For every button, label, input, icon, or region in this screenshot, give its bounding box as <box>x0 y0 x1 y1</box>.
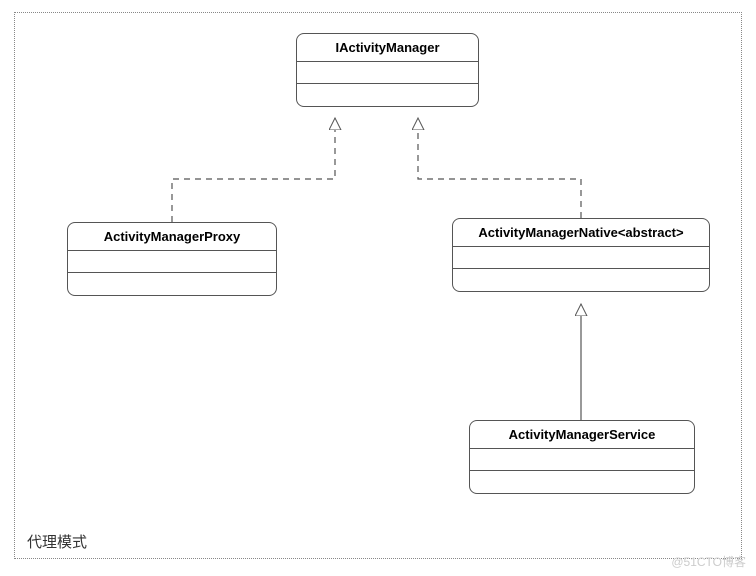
class-operations <box>453 269 709 291</box>
class-attributes <box>453 247 709 269</box>
watermark: @51CTO博客 <box>671 553 746 570</box>
class-title: ActivityManagerNative<abstract> <box>453 219 709 247</box>
class-attributes <box>297 62 478 84</box>
class-activitymanagerproxy: ActivityManagerProxy <box>67 222 277 296</box>
frame-label: 代理模式 <box>27 531 87 552</box>
class-attributes <box>68 251 276 273</box>
class-title: ActivityManagerProxy <box>68 223 276 251</box>
class-iactivitymanager: IActivityManager <box>296 33 479 107</box>
class-operations <box>68 273 276 295</box>
class-title: ActivityManagerService <box>470 421 694 449</box>
class-activitymanagerservice: ActivityManagerService <box>469 420 695 494</box>
class-operations <box>470 471 694 493</box>
class-attributes <box>470 449 694 471</box>
class-operations <box>297 84 478 106</box>
class-activitymanagernative: ActivityManagerNative<abstract> <box>452 218 710 292</box>
class-title: IActivityManager <box>297 34 478 62</box>
